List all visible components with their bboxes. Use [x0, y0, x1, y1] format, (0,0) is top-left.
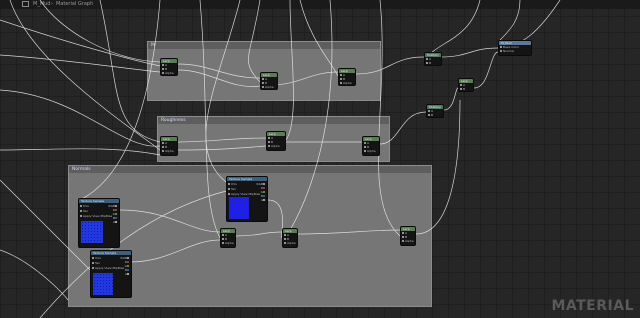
- wire: [235, 231, 283, 237]
- wire: [299, 0, 339, 77]
- texture-preview: [81, 221, 103, 243]
- wire: [205, 0, 241, 186]
- lerp-node[interactable]: Lerp A B Alpha: [160, 136, 178, 156]
- watermark-label: MATERIAL: [551, 298, 634, 314]
- texture-preview: [229, 197, 249, 219]
- wire: [177, 145, 267, 151]
- lerp-node[interactable]: Lerp A B Alpha: [400, 226, 416, 246]
- lerp-node[interactable]: Lerp A B Alpha: [282, 228, 298, 248]
- texture-sample-node[interactable]: Texture Sample UVs Tex Apply View MipBia…: [90, 250, 132, 298]
- wire: [415, 99, 461, 235]
- multiply-node[interactable]: Multiply A B: [426, 104, 444, 118]
- wire: [199, 0, 221, 239]
- wire: [379, 111, 427, 145]
- texture-preview: [93, 273, 113, 295]
- lerp-node[interactable]: Lerp A B Alpha: [160, 58, 178, 76]
- wire: [285, 0, 294, 141]
- lerp-node[interactable]: Lerp A B Alpha: [260, 72, 278, 90]
- wire: [9, 0, 161, 151]
- wire: [177, 137, 267, 143]
- wire: [79, 0, 161, 201]
- wire: [297, 229, 401, 235]
- wire: [443, 87, 459, 111]
- wire: [0, 249, 69, 301]
- wire: [439, 47, 499, 58]
- wire: [0, 179, 91, 271]
- wire: [129, 239, 221, 263]
- wire: [39, 189, 231, 318]
- texture-sample-node[interactable]: Texture Sample UVs Tex Apply View MipBia…: [78, 198, 120, 248]
- lerp-node[interactable]: Lerp A B Alpha: [362, 136, 380, 156]
- wire: [248, 0, 261, 83]
- wire: [423, 0, 481, 61]
- wire: [499, 0, 561, 46]
- lerp-node[interactable]: Lerp A B Alpha: [338, 68, 356, 86]
- wire: [473, 51, 499, 89]
- lerp-node[interactable]: Lerp A B Alpha: [220, 228, 236, 248]
- wire: [499, 0, 521, 41]
- wire: [0, 89, 161, 147]
- wire: [177, 69, 261, 87]
- wire: [355, 56, 425, 75]
- texture-sample-node[interactable]: Texture Sample UVs Tex Apply View MipBia…: [226, 176, 268, 222]
- multiply-node[interactable]: Multiply A B: [424, 52, 442, 66]
- lerp-node[interactable]: Lerp A B Alpha: [266, 131, 286, 151]
- wire: [269, 71, 339, 86]
- wire: [0, 54, 161, 73]
- material-output-node[interactable]: M_Mud Base Color Normal: [498, 40, 532, 56]
- wire: [378, 0, 401, 237]
- lerp-node[interactable]: Lerp A B: [458, 78, 474, 92]
- wire: [39, 0, 161, 63]
- wire: [0, 148, 161, 156]
- wire: [119, 209, 221, 233]
